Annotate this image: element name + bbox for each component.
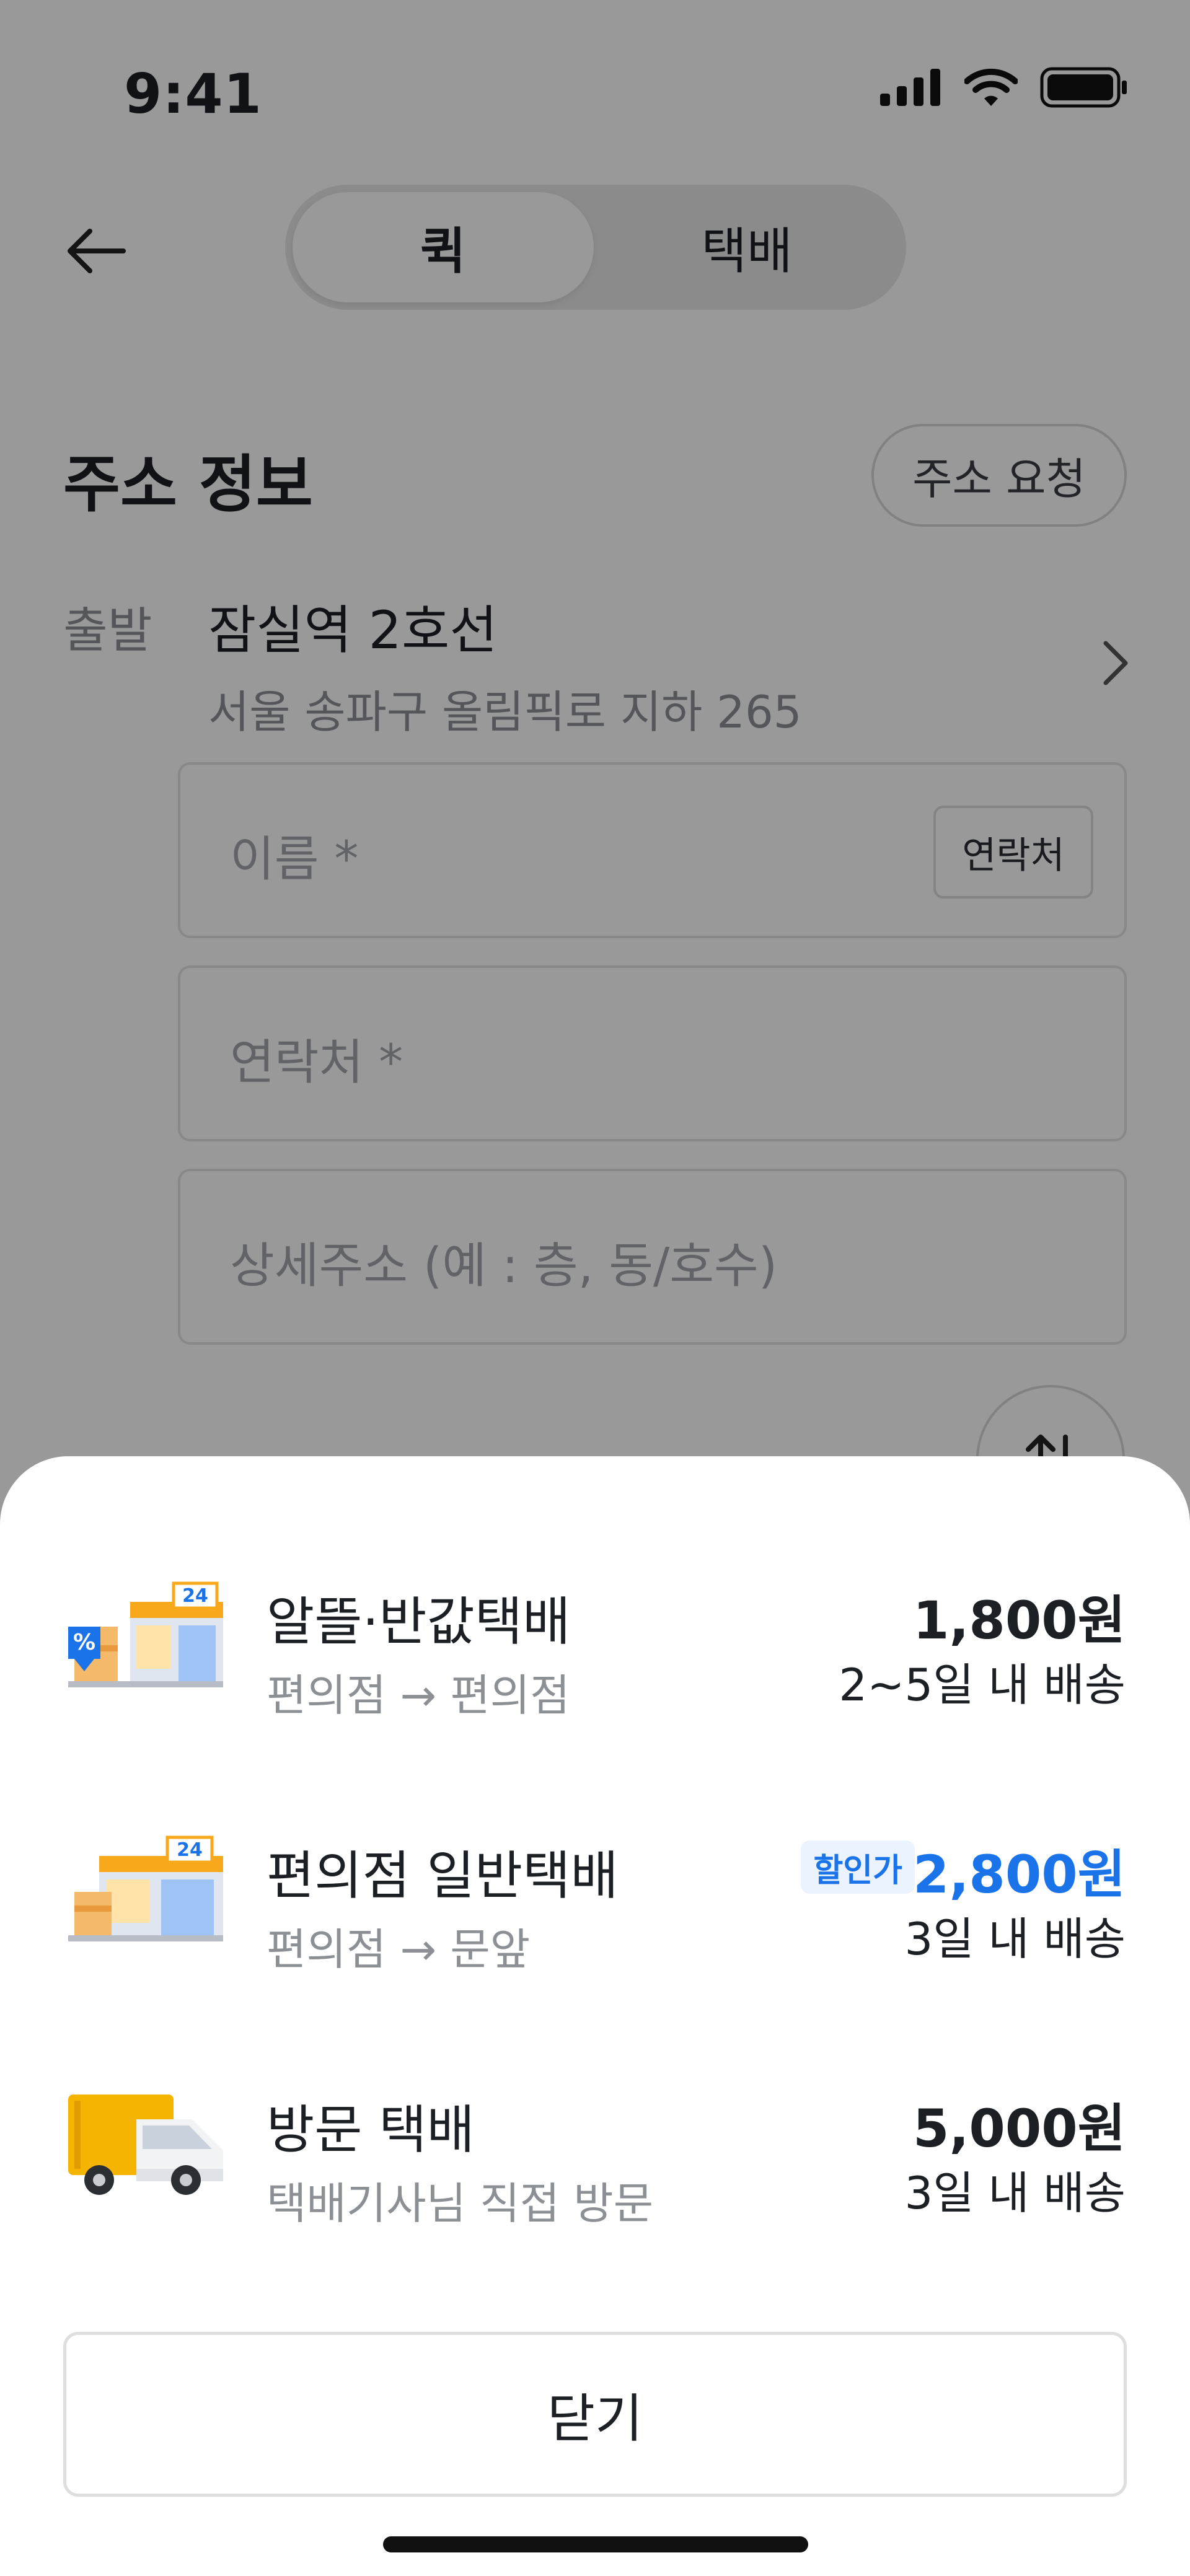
option-price: 2,800원 xyxy=(913,1844,1126,1905)
option-half-price-parcel[interactable]: 24 % 알뜰·반값택배 편의점 → 편의점 1,800원 2~5일 내 배송 xyxy=(0,1562,1190,1766)
convenience-store-discount-icon: 24 % xyxy=(68,1581,223,1687)
option-title: 편의점 일반택배 xyxy=(267,1845,619,1906)
option-price: 5,000원 xyxy=(913,2098,1126,2159)
delivery-truck-icon xyxy=(68,2095,223,2195)
option-convenience-store-parcel[interactable]: 24 편의점 일반택배 편의점 → 문앞 할인가 2,800원 3일 내 배송 xyxy=(0,1816,1190,2020)
option-eta: 2~5일 내 배송 xyxy=(839,1659,1126,1711)
option-price: 1,800원 xyxy=(913,1590,1126,1651)
svg-text:24: 24 xyxy=(182,1585,208,1607)
option-eta: 3일 내 배송 xyxy=(904,1913,1126,1965)
svg-text:%: % xyxy=(73,1630,95,1655)
option-route: 택배기사님 직접 방문 xyxy=(267,2178,654,2229)
discount-badge: 할인가 xyxy=(801,1840,915,1894)
convenience-store-icon: 24 xyxy=(68,1835,223,1941)
option-visit-parcel[interactable]: 방문 택배 택배기사님 직접 방문 5,000원 3일 내 배송 xyxy=(0,2070,1190,2274)
svg-text:24: 24 xyxy=(177,1839,203,1861)
option-route: 편의점 → 편의점 xyxy=(267,1670,570,1721)
option-title: 방문 택배 xyxy=(267,2099,475,2160)
option-route: 편의점 → 문앞 xyxy=(267,1924,531,1975)
home-indicator[interactable] xyxy=(383,2536,808,2552)
close-button[interactable]: 닫기 xyxy=(63,2332,1127,2497)
option-title: 알뜰·반값택배 xyxy=(267,1591,571,1652)
option-eta: 3일 내 배송 xyxy=(904,2167,1126,2219)
app-screen: 9:41 퀵 택배 주소 정보 주소 요청 출발 잠실역 2호선 서울 송파구 … xyxy=(0,0,1190,2576)
